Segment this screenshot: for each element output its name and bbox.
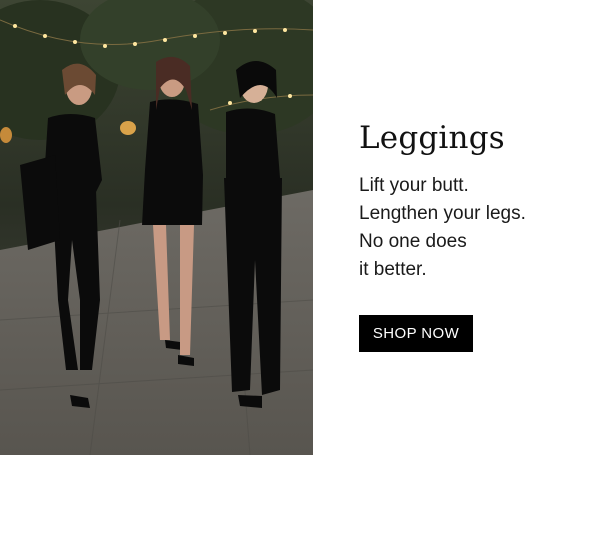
promo-line: Lengthen your legs. bbox=[359, 203, 526, 224]
promo-text-block: Leggings Lift your butt. Lengthen your l… bbox=[359, 118, 589, 284]
promo-line: it better. bbox=[359, 259, 427, 280]
promo-line: Lift your butt. bbox=[359, 175, 469, 196]
hero-photo bbox=[0, 0, 313, 455]
shop-now-button[interactable]: SHOP NOW bbox=[359, 315, 473, 352]
promo-line: No one does bbox=[359, 231, 467, 252]
promo-description: Lift your butt. Lengthen your legs. No o… bbox=[359, 172, 589, 284]
promo-title: Leggings bbox=[359, 120, 505, 156]
models-walking-illustration bbox=[0, 0, 313, 455]
